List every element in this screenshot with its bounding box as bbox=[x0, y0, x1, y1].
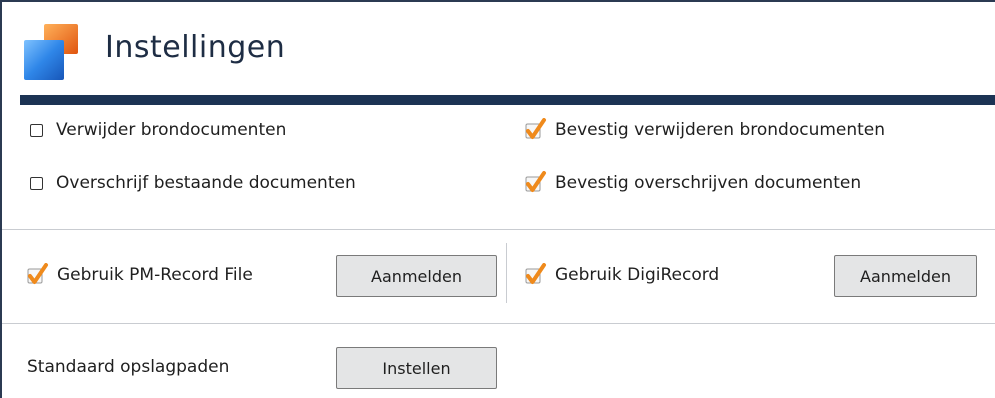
integration-pm-record[interactable]: Gebruik PM-Record File bbox=[26, 263, 253, 287]
storage-paths-row: Standaard opslagpaden bbox=[27, 357, 229, 377]
storage-paths-label: Standaard opslagpaden bbox=[27, 357, 230, 377]
column-divider bbox=[506, 243, 507, 303]
integration-digirecord[interactable]: Gebruik DigiRecord bbox=[524, 263, 719, 287]
digirecord-login-button[interactable]: Aanmelden bbox=[834, 255, 977, 297]
section-divider bbox=[2, 229, 995, 230]
option-overwrite-existing[interactable]: Overschrijf bestaande documenten bbox=[30, 173, 356, 193]
header: Instellingen bbox=[2, 2, 995, 94]
header-divider bbox=[20, 95, 995, 105]
option-delete-source[interactable]: Verwijder brondocumenten bbox=[30, 120, 286, 140]
delete-source-checkbox[interactable] bbox=[30, 123, 43, 137]
overwrite-existing-label: Overschrijf bestaande documenten bbox=[56, 173, 356, 193]
confirm-overwrite-checkbox[interactable] bbox=[524, 171, 548, 195]
delete-source-label: Verwijder brondocumenten bbox=[56, 120, 287, 140]
pm-record-label: Gebruik PM-Record File bbox=[57, 265, 253, 285]
storage-paths-set-button[interactable]: Instellen bbox=[336, 347, 497, 389]
digirecord-checkbox[interactable] bbox=[524, 263, 548, 287]
app-logo-icon bbox=[24, 24, 78, 80]
digirecord-label: Gebruik DigiRecord bbox=[555, 265, 720, 285]
option-confirm-delete-source[interactable]: Bevestig verwijderen brondocumenten bbox=[524, 118, 885, 142]
option-confirm-overwrite[interactable]: Bevestig overschrijven documenten bbox=[524, 171, 861, 195]
confirm-delete-source-label: Bevestig verwijderen brondocumenten bbox=[555, 120, 886, 140]
confirm-delete-source-checkbox[interactable] bbox=[524, 118, 548, 142]
section-divider bbox=[2, 323, 995, 324]
confirm-overwrite-label: Bevestig overschrijven documenten bbox=[555, 173, 862, 193]
overwrite-existing-checkbox[interactable] bbox=[30, 176, 43, 190]
pm-record-checkbox[interactable] bbox=[26, 263, 50, 287]
pm-record-login-button[interactable]: Aanmelden bbox=[336, 255, 497, 297]
page-title: Instellingen bbox=[105, 30, 286, 65]
